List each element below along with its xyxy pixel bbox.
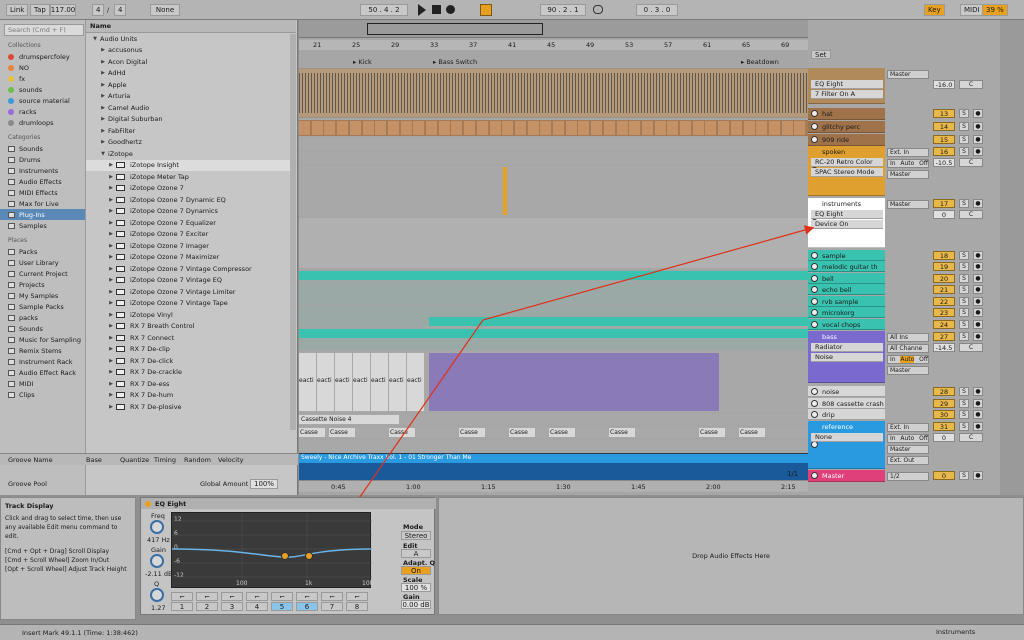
filter-type-icon[interactable]: ⌐ <box>171 592 193 601</box>
filter-type-icon[interactable]: ⌐ <box>296 592 318 601</box>
band-toggle[interactable]: 6 <box>296 602 318 611</box>
scale-field[interactable]: 100 % <box>401 583 431 592</box>
filter-type-icon[interactable]: ⌐ <box>321 592 343 601</box>
status-bar: Insert Mark 49.1.1 (Time: 1:38:462) Inst… <box>0 624 1024 640</box>
band-toggle[interactable]: 3 <box>221 602 243 611</box>
gain-label: Gain <box>151 546 166 554</box>
freq-value[interactable]: 417 Hz <box>147 536 170 544</box>
q-value[interactable]: 1.27 <box>151 604 165 612</box>
gain-value[interactable]: -2.11 dB <box>145 570 172 578</box>
freq-label: Freq <box>151 512 165 520</box>
eq-curve <box>172 548 372 559</box>
band-toggle[interactable]: 4 <box>246 602 268 611</box>
info-body: Click and drag to select time, then use … <box>5 515 122 540</box>
status-text: Insert Mark 49.1.1 (Time: 1:38:462) <box>22 628 138 637</box>
adapt-q-toggle[interactable]: On <box>401 566 431 575</box>
filter-type-icon[interactable]: ⌐ <box>221 592 243 601</box>
band-toggle[interactable]: 1 <box>171 602 193 611</box>
eq-band-strip: ⌐ 1 ⌐ 2 ⌐ 3 ⌐ 4 ⌐ 5 ⌐ 6 ⌐ 7 ⌐ 8 <box>171 592 371 612</box>
device-name: EQ Eight <box>155 499 187 508</box>
mode-label: Mode <box>403 523 423 531</box>
info-shortcuts: [Cmd + Opt + Drag] Scroll Display [Cmd + … <box>5 547 131 574</box>
edit-selector[interactable]: A <box>401 549 431 558</box>
eq-band-control[interactable]: ⌐ 7 <box>321 592 344 612</box>
eq-curve-svg <box>172 513 372 579</box>
device-power-icon[interactable] <box>145 500 151 507</box>
freq-knob[interactable] <box>150 520 164 534</box>
eq-band-control[interactable]: ⌐ 5 <box>271 592 294 612</box>
q-knob[interactable] <box>150 588 164 602</box>
audio-effects-drop-zone[interactable]: Drop Audio Effects Here <box>438 497 1024 615</box>
filter-type-icon[interactable]: ⌐ <box>271 592 293 601</box>
annotation-arrow-to-track <box>482 225 815 321</box>
eq-band-control[interactable]: ⌐ 1 <box>171 592 194 612</box>
eq-band-control[interactable]: ⌐ 2 <box>196 592 219 612</box>
gain-knob[interactable] <box>150 554 164 568</box>
mode-menu[interactable]: Stereo <box>401 531 431 540</box>
eq-band-handle-4[interactable] <box>305 552 313 560</box>
output-gain-field[interactable]: 0.00 dB <box>401 600 431 609</box>
eq-eight-device: EQ Eight Freq 417 Hz Gain -2.11 dB Q 1.2… <box>140 497 436 615</box>
eq-band-control[interactable]: ⌐ 3 <box>221 592 244 612</box>
filter-type-icon[interactable]: ⌐ <box>196 592 218 601</box>
shortcut-hint: [Cmd + Opt + Drag] Scroll Display <box>5 548 110 555</box>
selected-track-label: Instruments <box>936 628 976 636</box>
band-toggle[interactable]: 8 <box>346 602 368 611</box>
info-title: Track Display <box>5 502 54 510</box>
q-label: Q <box>154 580 160 588</box>
shortcut-hint: [Cmd + Scroll Wheel] Zoom In/Out <box>5 557 110 564</box>
eq-display[interactable]: 12 6 0 -6 -12 100 1k 10k <box>171 512 373 588</box>
filter-type-icon[interactable]: ⌐ <box>246 592 268 601</box>
band-toggle[interactable]: 2 <box>196 602 218 611</box>
eq-band-control[interactable]: ⌐ 4 <box>246 592 269 612</box>
band-toggle[interactable]: 7 <box>321 602 343 611</box>
eq-band-control[interactable]: ⌐ 6 <box>296 592 319 612</box>
eq-band-handle-3[interactable] <box>281 552 289 560</box>
shortcut-hint: [Opt + Scroll Wheel] Adjust Track Height <box>5 566 127 573</box>
eq-band-control[interactable]: ⌐ 8 <box>346 592 369 612</box>
band-toggle[interactable]: 5 <box>271 602 293 611</box>
device-title-bar[interactable]: EQ Eight <box>141 498 436 509</box>
info-view: Track Display Click and drag to select t… <box>0 497 136 620</box>
filter-type-icon[interactable]: ⌐ <box>346 592 368 601</box>
